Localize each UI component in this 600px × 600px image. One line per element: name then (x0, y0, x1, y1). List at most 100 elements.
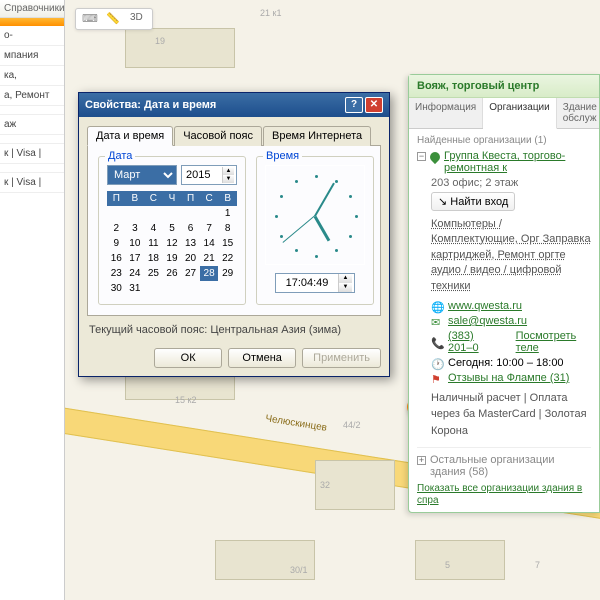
ruler-icon[interactable]: 📏 (106, 12, 122, 26)
email-link[interactable]: sale@qwesta.ru (448, 315, 527, 327)
calendar-day[interactable] (144, 281, 163, 296)
org-name-link[interactable]: Группа Квеста, торгово-ремонтная к (444, 150, 591, 174)
tab-timezone[interactable]: Часовой пояс (174, 126, 262, 146)
year-down[interactable]: ▼ (222, 175, 234, 183)
calendar-day[interactable]: 31 (126, 281, 145, 296)
sidebar-item[interactable]: к | Visa | (0, 144, 64, 164)
calendar-day[interactable]: 30 (107, 281, 126, 296)
calendar-day[interactable]: 25 (144, 266, 163, 281)
calendar-day[interactable] (200, 206, 219, 221)
calendar-day[interactable] (181, 206, 200, 221)
calendar-day[interactable]: 22 (218, 251, 237, 266)
calendar-day[interactable]: 23 (107, 266, 126, 281)
keyboard-icon[interactable]: ⌨ (82, 12, 98, 26)
month-select[interactable]: Март (107, 165, 177, 185)
calendar-day[interactable]: 29 (218, 266, 237, 281)
sidebar-item[interactable]: мпания (0, 46, 64, 66)
calendar-day[interactable]: 27 (181, 266, 200, 281)
collapse-icon[interactable]: − (417, 152, 426, 161)
calendar-day[interactable]: 18 (144, 251, 163, 266)
calendar-day[interactable] (163, 206, 182, 221)
calendar-day[interactable] (200, 281, 219, 296)
calendar-day[interactable]: 19 (163, 251, 182, 266)
sidebar-item[interactable] (0, 106, 64, 115)
time-up[interactable]: ▲ (338, 274, 352, 283)
year-input[interactable] (184, 167, 222, 183)
calendar-day[interactable]: 6 (181, 221, 200, 236)
sidebar-orange-bar[interactable] (0, 18, 64, 26)
calendar-day[interactable]: 2 (107, 221, 126, 236)
phone-more-link[interactable]: Посмотреть теле (516, 330, 591, 354)
calendar-day[interactable]: 1 (218, 206, 237, 221)
reviews-icon: ⚑ (431, 373, 443, 383)
calendar-day[interactable] (181, 281, 200, 296)
datetime-dialog: Свойства: Дата и время ? ✕ Дата и время … (78, 92, 390, 377)
show-all-link[interactable]: Показать все организации здания в спра (417, 483, 582, 506)
calendar-day[interactable] (163, 281, 182, 296)
close-button[interactable]: ✕ (365, 97, 383, 113)
calendar-day[interactable]: 24 (126, 266, 145, 281)
phone-link[interactable]: (383) 201–0 (448, 330, 499, 354)
tab-internet-time[interactable]: Время Интернета (263, 126, 371, 146)
calendar-day[interactable]: 4 (144, 221, 163, 236)
calendar-day[interactable]: 7 (200, 221, 219, 236)
building[interactable] (125, 28, 235, 68)
calendar-day[interactable] (107, 206, 126, 221)
tab-datetime[interactable]: Дата и время (87, 126, 173, 146)
time-spinner[interactable]: ▲▼ (275, 273, 355, 293)
building[interactable] (415, 540, 505, 580)
calendar-day[interactable]: 9 (107, 236, 126, 251)
website-link[interactable]: www.qwesta.ru (448, 300, 522, 312)
reviews-link[interactable]: Отзывы на Флампе (31) (448, 372, 569, 384)
calendar-day[interactable]: 11 (144, 236, 163, 251)
sidebar-item[interactable]: а, Ремонт (0, 86, 64, 106)
globe-icon: 🌐 (431, 301, 443, 311)
sidebar-item[interactable] (0, 164, 64, 173)
sidebar-item[interactable]: ка, (0, 66, 64, 86)
calendar-day[interactable]: 21 (200, 251, 219, 266)
analog-clock (265, 165, 365, 265)
calendar-day[interactable]: 10 (126, 236, 145, 251)
calendar-day[interactable]: 28 (200, 266, 219, 281)
tab-orgs[interactable]: Организации (483, 98, 556, 129)
calendar-day[interactable]: 15 (218, 236, 237, 251)
calendar-day[interactable]: 3 (126, 221, 145, 236)
sidebar-item[interactable]: аж (0, 115, 64, 135)
help-button[interactable]: ? (345, 97, 363, 113)
date-group: Дата Март ▲▼ ПВСЧПСВ12345678910111213141… (98, 156, 246, 305)
calendar-day[interactable]: 5 (163, 221, 182, 236)
calendar-day[interactable]: 14 (200, 236, 219, 251)
time-down[interactable]: ▼ (338, 283, 352, 292)
calendar-day[interactable] (126, 206, 145, 221)
calendar-day[interactable]: 13 (181, 236, 200, 251)
find-entrance-button[interactable]: ↘ Найти вход (431, 192, 515, 211)
calendar-day[interactable]: 17 (126, 251, 145, 266)
calendar[interactable]: ПВСЧПСВ123456789101112131415161718192021… (107, 191, 237, 296)
3d-toggle[interactable]: 3D (130, 12, 146, 26)
year-up[interactable]: ▲ (222, 167, 234, 175)
calendar-day[interactable]: 12 (163, 236, 182, 251)
calendar-day[interactable] (218, 281, 237, 296)
calendar-day[interactable]: 20 (181, 251, 200, 266)
dialog-titlebar[interactable]: Свойства: Дата и время ? ✕ (79, 93, 389, 117)
ok-button[interactable]: ОК (154, 348, 222, 368)
sidebar-item[interactable]: к | Visa | (0, 173, 64, 193)
apply-button[interactable]: Применить (302, 348, 381, 368)
tab-info[interactable]: Информация (409, 98, 483, 128)
calendar-day[interactable]: 26 (163, 266, 182, 281)
expand-icon[interactable]: + (417, 456, 426, 465)
found-count: Найденные организации (1) (417, 135, 591, 146)
time-input[interactable] (276, 274, 338, 292)
calendar-day[interactable]: 16 (107, 251, 126, 266)
tab-service[interactable]: Здание обслуж (557, 98, 600, 128)
bldg-num: 5 (445, 560, 450, 570)
year-spinner[interactable]: ▲▼ (181, 165, 237, 185)
sidebar-item[interactable] (0, 135, 64, 144)
calendar-day[interactable]: 8 (218, 221, 237, 236)
mail-icon: ✉ (431, 316, 443, 326)
sidebar-item[interactable]: о- (0, 26, 64, 46)
calendar-day[interactable] (144, 206, 163, 221)
cancel-button[interactable]: Отмена (228, 348, 296, 368)
dialog-title-text: Свойства: Дата и время (85, 99, 216, 111)
time-group-label: Время (263, 150, 302, 162)
